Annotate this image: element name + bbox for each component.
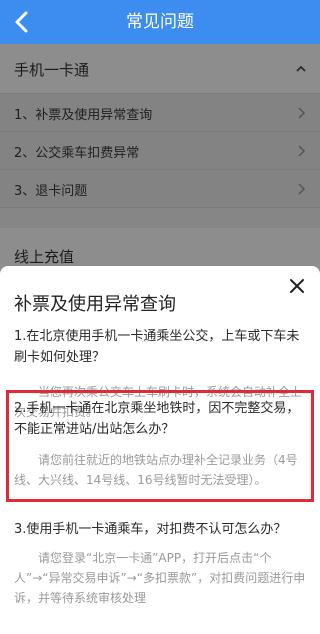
chevron-right-icon xyxy=(298,107,306,119)
page-title: 常见问题 xyxy=(126,12,194,32)
section-title: 线上充值 xyxy=(14,248,75,266)
section-mobile-card[interactable]: 手机一卡通 xyxy=(0,44,320,94)
list-item-ticket-query[interactable]: 1、补票及使用异常查询 xyxy=(0,94,320,132)
list-item-label: 3、退卡问题 xyxy=(14,184,88,199)
header-bar: 常见问题 xyxy=(0,0,320,44)
faq-question: 3.使用手机一卡通乘车，对扣费不认可怎么办？ xyxy=(14,522,287,537)
faq-answer: 请您登录“北京一卡通”APP，打开后点击“个人”→“异常交易申诉”→“多扣票款”… xyxy=(14,551,306,605)
chevron-up-icon xyxy=(296,65,306,72)
faq-item: 3.使用手机一卡通乘车，对扣费不认可怎么办？ 请您登录“北京一卡通”APP，打开… xyxy=(14,519,306,608)
faq-item: 2.手机一卡通在北京乘坐地铁时，因不完整交易，不能正常进站/出站怎么办？ 请您前… xyxy=(14,398,306,490)
section-title: 手机一卡通 xyxy=(14,61,90,79)
faq-answer: 请您前往就近的地铁站点办理补全记录业务（4号线、大兴线、14号线、16号线暂时无… xyxy=(14,453,298,487)
chevron-right-icon xyxy=(298,183,306,195)
sheet-title: 补票及使用异常查询 xyxy=(14,294,176,315)
list-item-bus-fare[interactable]: 2、公交乘车扣费异常 xyxy=(0,132,320,170)
close-icon[interactable] xyxy=(288,277,306,295)
faq-question: 2.手机一卡通在北京乘坐地铁时，因不完整交易，不能正常进站/出站怎么办？ xyxy=(14,401,300,437)
faq-detail-sheet: 补票及使用异常查询 1.在北京使用手机一卡通乘坐公交，上车或下车未刷卡如何处理？… xyxy=(0,266,320,634)
list-item-label: 2、公交乘车扣费异常 xyxy=(14,146,140,161)
faq-question: 1.在北京使用手机一卡通乘坐公交，上车或下车未刷卡如何处理？ xyxy=(14,329,300,365)
list-item-label: 1、补票及使用异常查询 xyxy=(14,108,153,123)
list-item-refund[interactable]: 3、退卡问题 xyxy=(0,170,320,208)
chevron-right-icon xyxy=(298,145,306,157)
